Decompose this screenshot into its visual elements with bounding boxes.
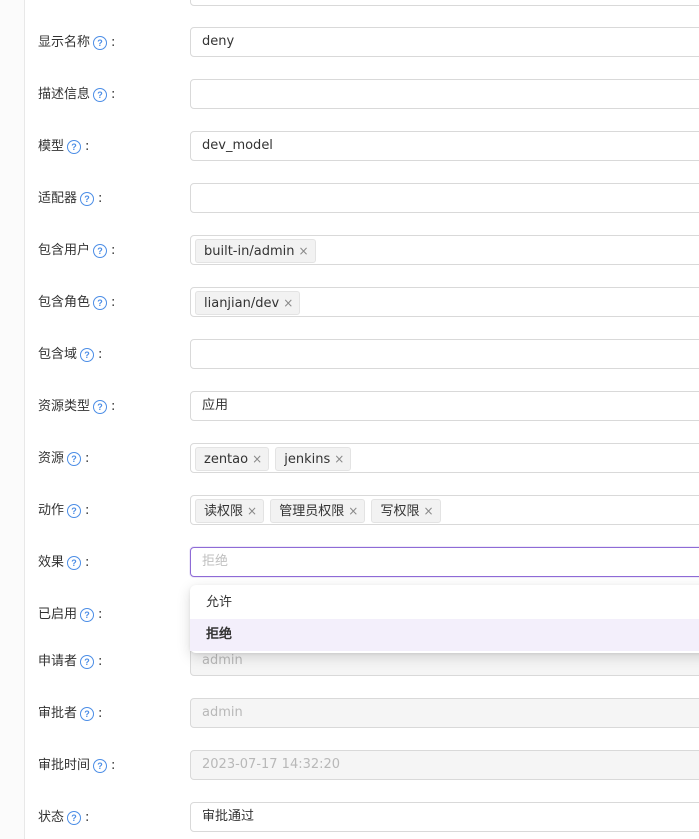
model-select[interactable]: dev_model [190, 131, 699, 161]
users-label: 包含用户?: [38, 243, 116, 258]
tag-close-icon[interactable]: × [423, 500, 433, 522]
form-row-approve-time: 审批时间?: 2023-07-17 14:32:20 [0, 749, 699, 783]
adapter-select[interactable] [190, 183, 699, 213]
form-row-domains: 包含域?: [0, 338, 699, 372]
form-row-resources: 资源?: zentao × jenkins × [0, 442, 699, 476]
help-icon[interactable]: ? [67, 140, 82, 154]
role-tag: lianjian/dev × [195, 291, 301, 315]
help-icon[interactable]: ? [67, 811, 82, 825]
help-icon[interactable]: ? [80, 707, 95, 721]
approver-input: admin [190, 698, 699, 728]
help-icon[interactable]: ? [67, 452, 82, 466]
form-row-display-name: 显示名称?: deny [0, 26, 699, 60]
help-icon[interactable]: ? [80, 348, 95, 362]
help-icon[interactable]: ? [93, 88, 108, 102]
form-row-actions: 动作?: 读权限 × 管理员权限 × 写权限 × [0, 494, 699, 528]
actions-label: 动作?: [38, 503, 90, 518]
tag-close-icon[interactable]: × [252, 448, 262, 470]
effect-option-allow[interactable]: 允许 [190, 587, 699, 619]
user-tag: built-in/admin × [195, 239, 316, 263]
description-input[interactable] [190, 79, 699, 109]
policy-edit-form: 显示名称?: deny 描述信息?: 模型?: dev_model 适配器?: … [0, 0, 699, 839]
resources-label: 资源?: [38, 451, 90, 466]
display-name-input[interactable]: deny [190, 27, 699, 57]
form-row-adapter: 适配器?: [0, 182, 699, 216]
form-row-description: 描述信息?: [0, 78, 699, 112]
effect-label: 效果?: [38, 555, 90, 570]
effect-dropdown-menu: 允许 拒绝 [190, 585, 699, 653]
description-label: 描述信息?: [38, 87, 116, 102]
domains-label: 包含域?: [38, 347, 103, 362]
roles-label: 包含角色?: [38, 295, 116, 310]
enabled-label: 已启用?: [38, 607, 103, 622]
domains-select[interactable] [190, 339, 699, 369]
display-name-label: 显示名称?: [38, 35, 116, 50]
help-icon[interactable]: ? [80, 608, 95, 622]
approve-time-input: 2023-07-17 14:32:20 [190, 750, 699, 780]
approve-time-label: 审批时间?: [38, 758, 116, 773]
form-row-effect: 效果?: 拒绝 [0, 546, 699, 580]
help-icon[interactable]: ? [93, 400, 108, 414]
form-row-resource-type: 资源类型?: 应用 [0, 390, 699, 424]
resources-multi-select[interactable]: zentao × jenkins × [190, 443, 699, 473]
help-icon[interactable]: ? [93, 759, 108, 773]
effect-option-deny[interactable]: 拒绝 [190, 619, 699, 651]
resource-tag: jenkins × [275, 447, 352, 471]
form-row-roles: 包含角色?: lianjian/dev × [0, 286, 699, 320]
action-tag: 读权限 × [195, 499, 265, 523]
action-tag: 写权限 × [371, 499, 441, 523]
adapter-label: 适配器?: [38, 191, 103, 206]
model-label: 模型?: [38, 139, 90, 154]
tag-close-icon[interactable]: × [334, 448, 344, 470]
resource-type-select[interactable]: 应用 [190, 391, 699, 421]
users-multi-select[interactable]: built-in/admin × [190, 235, 699, 265]
tag-close-icon[interactable]: × [348, 500, 358, 522]
tag-close-icon[interactable]: × [298, 240, 308, 262]
previous-field-input[interactable] [190, 0, 699, 6]
resource-tag: zentao × [195, 447, 270, 471]
resource-type-label: 资源类型?: [38, 399, 116, 414]
tag-close-icon[interactable]: × [247, 500, 257, 522]
roles-multi-select[interactable]: lianjian/dev × [190, 287, 699, 317]
submitter-label: 申请者?: [38, 654, 103, 669]
help-icon[interactable]: ? [67, 504, 82, 518]
tag-close-icon[interactable]: × [283, 292, 293, 314]
state-select[interactable]: 审批通过 [190, 802, 699, 832]
approver-label: 审批者?: [38, 706, 103, 721]
help-icon[interactable]: ? [80, 192, 95, 206]
form-row-model: 模型?: dev_model [0, 130, 699, 164]
form-row-users: 包含用户?: built-in/admin × [0, 234, 699, 268]
help-icon[interactable]: ? [67, 556, 82, 570]
help-icon[interactable]: ? [93, 244, 108, 258]
form-row-state: 状态?: 审批通过 [0, 801, 699, 835]
state-label: 状态?: [38, 810, 90, 825]
help-icon[interactable]: ? [93, 296, 108, 310]
help-icon[interactable]: ? [93, 36, 108, 50]
action-tag: 管理员权限 × [270, 499, 366, 523]
help-icon[interactable]: ? [80, 655, 95, 669]
effect-select[interactable]: 拒绝 [190, 547, 699, 577]
form-row-approver: 审批者?: admin [0, 697, 699, 731]
actions-multi-select[interactable]: 读权限 × 管理员权限 × 写权限 × [190, 495, 699, 525]
